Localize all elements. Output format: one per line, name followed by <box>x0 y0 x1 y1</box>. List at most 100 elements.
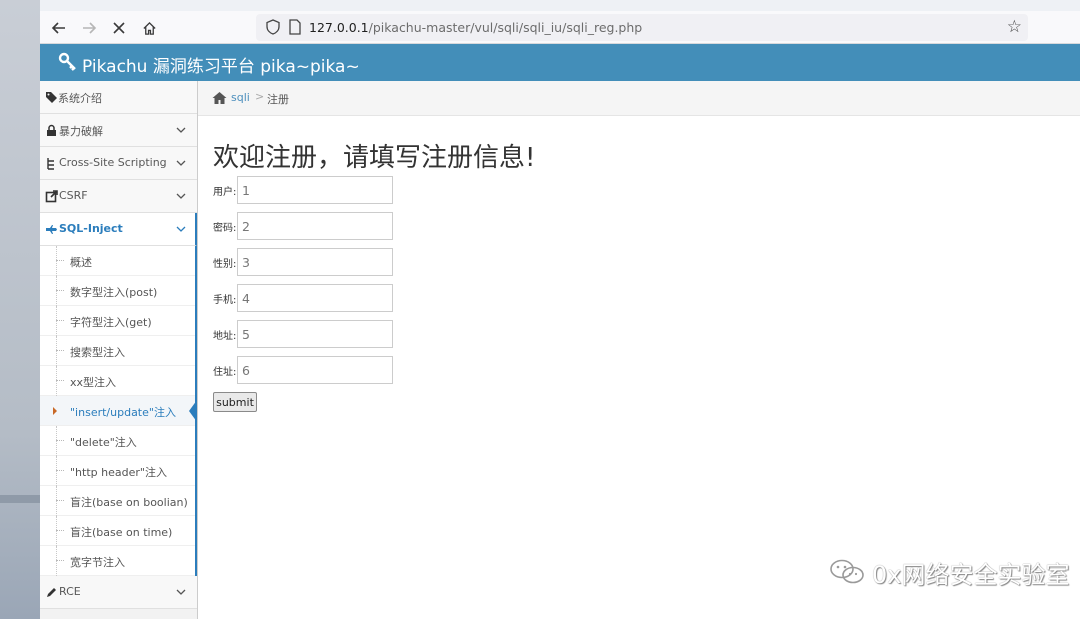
home-button[interactable] <box>136 15 162 41</box>
lock-icon <box>47 124 56 136</box>
back-button[interactable] <box>46 15 72 41</box>
submenu-item-label: 概述 <box>70 256 92 269</box>
phone-field[interactable] <box>237 284 393 312</box>
shield-icon[interactable] <box>264 18 282 36</box>
chevron-down-icon <box>176 127 186 133</box>
submenu-item-current[interactable]: "insert/update"注入 <box>40 396 197 426</box>
submenu-item-label: 盲注(base on boolian) <box>70 496 188 509</box>
field-label: 用户: <box>213 187 237 198</box>
tree-line <box>56 426 57 456</box>
page-title: 欢迎注册，请填写注册信息! <box>213 143 536 173</box>
address-bar[interactable]: 127.0.0.1/pikachu-master/vul/sqli/sqli_i… <box>256 14 1028 41</box>
bookmark-star-icon[interactable]: ☆ <box>1007 17 1022 37</box>
desktop-background <box>0 0 40 619</box>
url-host: 127.0.0.1 <box>309 20 369 35</box>
tree-line <box>56 500 64 501</box>
address-field[interactable] <box>237 320 393 348</box>
submenu-item[interactable]: 数字型注入(post) <box>40 276 195 306</box>
form-row-residence: 住址: <box>213 356 413 384</box>
submenu-item[interactable]: 宽字节注入 <box>40 546 195 576</box>
submenu-item[interactable]: 盲注(base on time) <box>40 516 195 546</box>
sidebar-item-label: SQL-Inject <box>59 222 123 235</box>
breadcrumb: sqli > 注册 <box>198 81 1080 116</box>
watermark: 0x网络安全实验室 <box>828 556 1070 589</box>
submenu-item[interactable]: 字符型注入(get) <box>40 306 195 336</box>
field-label: 性别: <box>213 259 237 270</box>
submenu-item-label: "http header"注入 <box>70 466 167 479</box>
sidebar-item-brute-force[interactable]: 暴力破解 <box>40 114 197 147</box>
tree-line <box>56 456 57 486</box>
chevron-down-icon <box>176 193 186 199</box>
navigation-bar: 127.0.0.1/pikachu-master/vul/sqli/sqli_i… <box>40 11 1080 44</box>
sidebar-item-xss[interactable]: Cross-Site Scripting <box>40 147 197 180</box>
sidebar-item-intro[interactable]: 系统介绍 <box>40 81 197 114</box>
form-row-gender: 性别: <box>213 248 413 276</box>
tree-line <box>56 560 64 561</box>
form-row-address: 地址: <box>213 320 413 348</box>
tree-line <box>56 546 57 576</box>
chevron-down-icon <box>176 160 186 166</box>
app-title[interactable]: Pikachu 漏洞练习平台 pika~pika~ <box>82 52 360 77</box>
form-row-password: 密码: <box>213 212 413 240</box>
submenu-item-label: 盲注(base on time) <box>70 526 173 539</box>
tree-line <box>56 516 57 546</box>
field-label: 住址: <box>213 367 237 378</box>
submenu-item[interactable]: xx型注入 <box>40 366 195 396</box>
submenu-item[interactable]: "http header"注入 <box>40 456 195 486</box>
tree-line <box>56 366 57 396</box>
sidebar-item-label: RCE <box>59 585 81 598</box>
home-icon <box>142 21 156 35</box>
sitemap-icon <box>47 158 54 170</box>
chevron-up-icon <box>176 226 186 232</box>
tree-line <box>56 380 64 381</box>
sidebar-item-label: 暴力破解 <box>59 125 103 138</box>
breadcrumb-separator: > <box>255 90 265 103</box>
active-pointer <box>189 400 197 422</box>
sidebar: 系统介绍 暴力破解 Cross-Site Scripting CSRF SQL-… <box>40 81 198 619</box>
sidebar-item-csrf[interactable]: CSRF <box>40 180 197 213</box>
url-text[interactable]: 127.0.0.1/pikachu-master/vul/sqli/sqli_i… <box>309 20 642 35</box>
sidebar-item-sql-inject[interactable]: SQL-Inject <box>40 213 197 246</box>
tree-line <box>56 470 64 471</box>
forward-arrow-icon <box>83 22 97 34</box>
sql-inject-submenu: 概述 数字型注入(post) 字符型注入(get) 搜索型注入 xx型注入 "i… <box>40 246 197 576</box>
page-icon <box>289 19 301 35</box>
forward-button[interactable] <box>76 15 102 41</box>
chevron-down-icon <box>176 589 186 595</box>
submenu-item-label: 字符型注入(get) <box>70 316 152 329</box>
tree-line <box>56 486 57 516</box>
submenu-item-label: xx型注入 <box>70 376 117 389</box>
submenu-item[interactable]: "delete"注入 <box>40 426 195 456</box>
browser-window: 127.0.0.1/pikachu-master/vul/sqli/sqli_i… <box>40 0 1080 619</box>
main-content: sqli > 注册 欢迎注册，请填写注册信息! 用户: 密码: 性别: 手机: … <box>198 81 1080 619</box>
sidebar-item-label: Cross-Site Scripting <box>59 156 167 169</box>
tree-line <box>56 290 64 291</box>
tree-line <box>56 246 57 276</box>
username-field[interactable] <box>237 176 393 204</box>
tree-line <box>56 320 64 321</box>
watermark-text: 0x网络安全实验室 <box>872 560 1070 589</box>
submit-button[interactable]: submit <box>213 392 257 412</box>
home-icon[interactable] <box>212 91 227 105</box>
field-label: 手机: <box>213 295 237 306</box>
tree-line <box>56 276 57 306</box>
breadcrumb-link-sqli[interactable]: sqli <box>231 91 250 104</box>
sidebar-item-label: 系统介绍 <box>58 92 102 105</box>
submenu-item[interactable]: 概述 <box>40 246 195 276</box>
key-icon <box>58 52 76 71</box>
tree-line <box>56 530 64 531</box>
stop-loading-icon <box>113 22 125 34</box>
submenu-item[interactable]: 盲注(base on boolian) <box>40 486 195 516</box>
password-field[interactable] <box>237 212 393 240</box>
residence-field[interactable] <box>237 356 393 384</box>
submenu-item[interactable]: 搜索型注入 <box>40 336 195 366</box>
sidebar-item-rce[interactable]: RCE <box>40 576 197 609</box>
submenu-item-label: 搜索型注入 <box>70 346 125 359</box>
gender-field[interactable] <box>237 248 393 276</box>
tree-line <box>56 306 57 336</box>
desktop-divider <box>0 495 40 503</box>
stop-button[interactable] <box>106 15 132 41</box>
back-arrow-icon <box>51 22 65 34</box>
submenu-item-label: "delete"注入 <box>70 436 137 449</box>
submenu-item-label: "insert/update"注入 <box>70 406 176 419</box>
